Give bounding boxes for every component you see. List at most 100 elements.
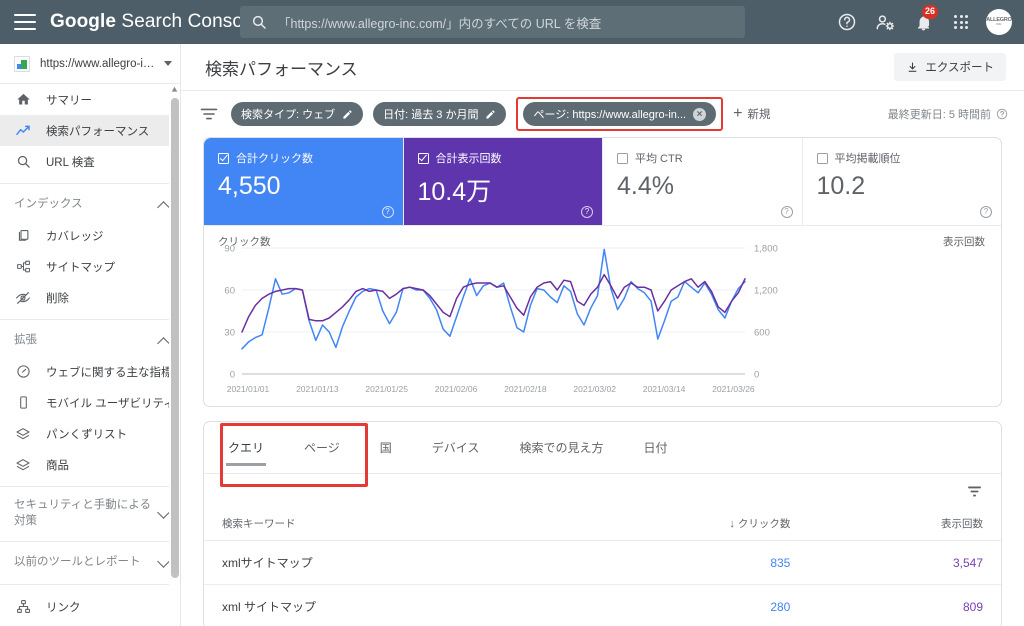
sidebar-item-mobile-usability[interactable]: モバイル ユーザビリティ: [0, 387, 180, 418]
metric-card-total-clicks[interactable]: 合計クリック数 4,550 ?: [204, 138, 404, 225]
svg-text:1,800: 1,800: [754, 244, 778, 255]
sidebar-item-label: カバレッジ: [46, 228, 104, 244]
sidebar-scrollbar[interactable]: [169, 84, 180, 625]
home-icon: [14, 91, 32, 109]
filter-chip-search-type[interactable]: 検索タイプ: ウェブ: [231, 102, 363, 126]
svg-text:600: 600: [754, 328, 770, 339]
dimension-tabs: クエリページ国デバイス 検索での見え方 日付: [204, 422, 1001, 474]
property-selector[interactable]: https://www.allegro-inc.com/: [0, 44, 180, 84]
filter-chip-page[interactable]: ページ: https://www.allegro-in... ×: [523, 102, 716, 126]
help-circle-icon[interactable]: ?: [581, 206, 593, 218]
sidebar-group-label: 拡張: [14, 333, 159, 349]
sidebar-item-removals[interactable]: 削除: [0, 282, 180, 313]
apps-grid-icon[interactable]: [944, 5, 978, 39]
checkbox-total-impressions[interactable]: [418, 153, 429, 164]
breadcrumb-layers-icon: [14, 425, 32, 443]
sidebar-item-search-performance[interactable]: 検索パフォーマンス: [0, 115, 180, 146]
tab-5[interactable]: 日付: [623, 422, 687, 474]
sidebar-item-core-web-vitals[interactable]: ウェブに関する主な指標: [0, 356, 180, 387]
notifications-bell-icon[interactable]: 26: [906, 5, 940, 39]
sidebar-item-label: サマリー: [46, 92, 92, 108]
checkbox-total-clicks[interactable]: [218, 153, 229, 164]
svg-text:30: 30: [224, 328, 235, 339]
sidebar-item-url-inspection[interactable]: URL 検査: [0, 146, 180, 177]
svg-text:90: 90: [224, 244, 235, 255]
avatar-sub: INC: [996, 23, 1001, 26]
svg-text:2021/03/14: 2021/03/14: [643, 384, 686, 394]
tab-label: 検索での見え方: [519, 439, 603, 456]
metric-card-total-impressions[interactable]: 合計表示回数 10.4万 ?: [404, 138, 604, 225]
divider: [0, 486, 180, 487]
sidebar-item-products[interactable]: 商品: [0, 449, 180, 480]
svg-text:0: 0: [754, 370, 759, 381]
divider: [0, 541, 180, 542]
cell-impressions: 809: [816, 585, 1001, 626]
sidebar-item-breadcrumbs[interactable]: パンくずリスト: [0, 418, 180, 449]
help-circle-icon[interactable]: ?: [382, 206, 394, 218]
help-circle-icon[interactable]: ?: [781, 206, 793, 218]
tab-3[interactable]: デバイス: [412, 422, 500, 474]
svg-text:2021/01/25: 2021/01/25: [365, 384, 408, 394]
remove-circle-icon[interactable]: ×: [693, 108, 706, 121]
metric-label: 合計表示回数: [436, 150, 502, 166]
avatar[interactable]: ALLEGRO INC: [982, 5, 1016, 39]
chip-label: 検索タイプ: ウェブ: [241, 106, 335, 122]
metric-value: 4.4%: [617, 172, 788, 201]
sidebar-item-links[interactable]: リンク: [0, 591, 180, 622]
sidebar-item-summary[interactable]: サマリー: [0, 84, 180, 115]
tab-4[interactable]: 検索での見え方: [499, 422, 623, 474]
divider: [0, 319, 180, 320]
metric-cards: 合計クリック数 4,550 ? 合計表示回数 10.4万 ? 平均 CTR 4.…: [204, 138, 1001, 226]
filter-tune-icon[interactable]: [199, 104, 219, 124]
hamburger-icon[interactable]: [14, 14, 36, 30]
sidebar-item-sitemaps[interactable]: サイトマップ: [0, 251, 180, 282]
filter-chip-date[interactable]: 日付: 過去 3 か月間: [373, 102, 506, 126]
sidebar-item-coverage[interactable]: カバレッジ: [0, 220, 180, 251]
column-header-keyword[interactable]: 検索キーワード: [204, 508, 549, 541]
checkbox-average-position[interactable]: [817, 153, 828, 164]
sidebar-group-legacy-tools[interactable]: 以前のツールとレポート: [0, 548, 180, 578]
table-filter-icon[interactable]: [966, 483, 983, 500]
help-icon[interactable]: [830, 5, 864, 39]
tab-0[interactable]: クエリ: [208, 422, 284, 474]
tab-1[interactable]: ページ: [284, 422, 360, 474]
sidebar-group-index[interactable]: インデックス: [0, 190, 180, 220]
help-circle-icon[interactable]: [996, 108, 1008, 120]
sidebar-item-settings[interactable]: 設定: [0, 622, 180, 626]
column-header-impressions[interactable]: 表示回数: [816, 508, 1001, 541]
scroll-up-icon[interactable]: [171, 86, 178, 93]
queries-table: 検索キーワード ↓クリック数 表示回数 xmlサイトマップ8353,547xml…: [204, 508, 1001, 626]
page-title: 検索パフォーマンス: [205, 55, 894, 80]
chart-canvas[interactable]: 0030600601,200901,8002021/01/012021/01/1…: [204, 226, 799, 406]
divider: [0, 584, 180, 585]
export-button[interactable]: エクスポート: [894, 53, 1006, 81]
export-label: エクスポート: [925, 59, 994, 75]
top-app-bar: Google Search Console 「https://www.alleg…: [0, 0, 1024, 44]
tab-2[interactable]: 国: [360, 422, 412, 474]
sitemap-icon: [14, 258, 32, 276]
eye-off-icon: [14, 289, 32, 307]
sidebar-group-enhancements[interactable]: 拡張: [0, 326, 180, 356]
metric-value: 10.2: [817, 172, 988, 201]
svg-text:1,200: 1,200: [754, 286, 778, 297]
url-inspection-search[interactable]: 「https://www.allegro-inc.com/」内のすべての URL…: [240, 6, 745, 38]
sidebar-item-label: URL 検査: [46, 154, 95, 170]
help-circle-icon[interactable]: ?: [980, 206, 992, 218]
svg-text:2021/01/13: 2021/01/13: [296, 384, 339, 394]
table-row[interactable]: xml サイトマップ280809: [204, 585, 1001, 626]
checkbox-average-ctr[interactable]: [617, 153, 628, 164]
account-settings-icon[interactable]: [868, 5, 902, 39]
search-icon: [240, 14, 278, 30]
metric-card-average-ctr[interactable]: 平均 CTR 4.4% ?: [603, 138, 803, 225]
sort-descending-icon: ↓: [729, 518, 735, 530]
scrollbar-thumb[interactable]: [171, 98, 179, 578]
table-filter-row: [204, 474, 1001, 508]
new-filter-button[interactable]: + 新規: [733, 106, 770, 122]
sidebar-group-security[interactable]: セキュリティと手動による対策: [0, 493, 180, 535]
table-row[interactable]: xmlサイトマップ8353,547: [204, 541, 1001, 585]
metric-value: 10.4万: [418, 172, 589, 208]
column-header-clicks[interactable]: ↓クリック数: [549, 508, 817, 541]
property-label: https://www.allegro-inc.com/: [40, 58, 158, 70]
metric-card-average-position[interactable]: 平均掲載順位 10.2 ?: [803, 138, 1002, 225]
sidebar-group-label: インデックス: [14, 197, 159, 213]
